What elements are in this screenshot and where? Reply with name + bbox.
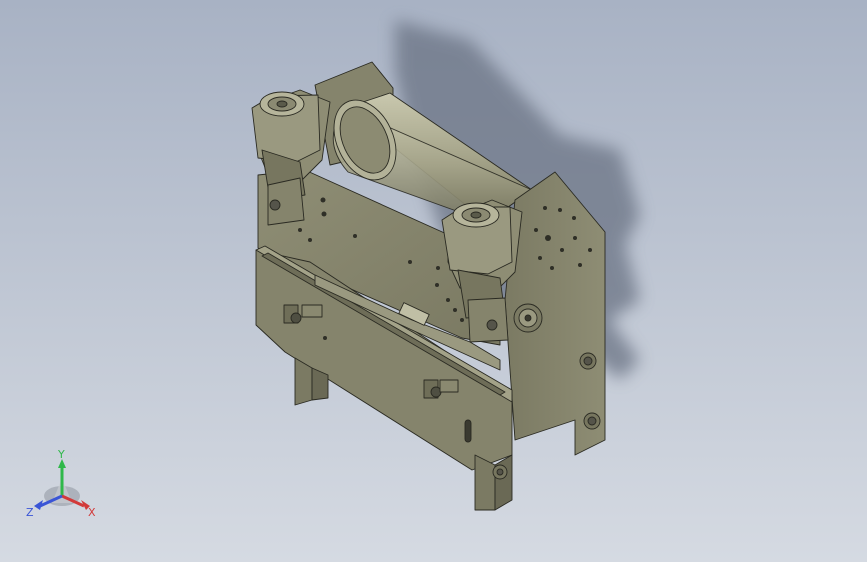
right-leg[interactable] bbox=[474, 454, 496, 511]
slot-hole bbox=[464, 419, 472, 443]
x-axis-label: X bbox=[88, 506, 96, 519]
z-axis-label: Z bbox=[26, 506, 34, 519]
graphics-viewport[interactable] bbox=[0, 0, 867, 562]
y-axis-label: Y bbox=[57, 448, 65, 461]
drive-gear[interactable] bbox=[513, 303, 543, 333]
orientation-triad[interactable]: Y X Z bbox=[26, 448, 106, 528]
